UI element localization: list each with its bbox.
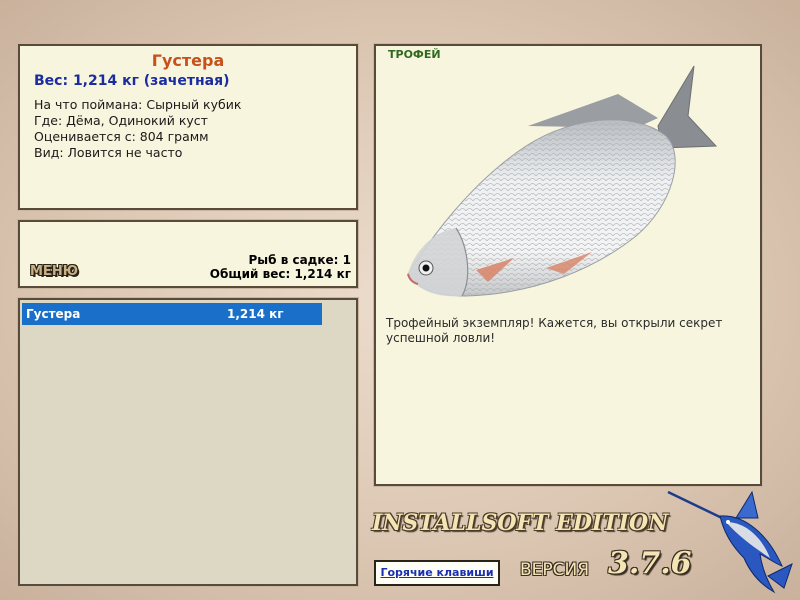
trophy-panel: ТРОФЕЙ Трофейный экземпляр! Кажется, вы … xyxy=(374,44,762,486)
menu-panel: МЕНЮ Рыб в садке: 1 Общий вес: 1,214 кг xyxy=(18,220,358,288)
keepnet-total-weight: Общий вес: 1,214 кг xyxy=(209,267,351,281)
score-threshold-line: Оценивается с: 804 грамм xyxy=(34,129,209,144)
location-line: Где: Дёма, Одинокий куст xyxy=(34,113,208,128)
catch-item-weight: 1,214 кг xyxy=(227,307,284,321)
catch-list-item[interactable]: Густера 1,214 кг xyxy=(22,303,322,325)
edition-title: INSTALLSOFT EDITION xyxy=(372,510,669,536)
fish-name: Густера xyxy=(151,51,225,70)
fish-weight: Вес: 1,214 кг (зачетная) xyxy=(34,73,230,89)
hotkeys-button[interactable]: Горячие клавиши xyxy=(374,560,500,586)
catch-list-panel: Густера 1,214 кг xyxy=(18,298,358,586)
species-rarity-line: Вид: Ловится не часто xyxy=(34,145,183,160)
keepnet-count: Рыб в садке: 1 xyxy=(248,253,352,267)
catch-item-name: Густера xyxy=(26,307,81,321)
marlin-icon xyxy=(667,490,793,594)
trophy-message: Трофейный экземпляр! Кажется, вы открыли… xyxy=(386,316,723,345)
menu-button[interactable]: МЕНЮ xyxy=(30,264,78,279)
bait-line: На что поймана: Сырный кубик xyxy=(34,97,242,112)
version-label: ВЕРСИЯ xyxy=(520,560,590,580)
white-bream-fish-image xyxy=(407,65,718,297)
fish-info-panel: Густера Вес: 1,214 кг (зачетная) На что … xyxy=(18,44,358,210)
